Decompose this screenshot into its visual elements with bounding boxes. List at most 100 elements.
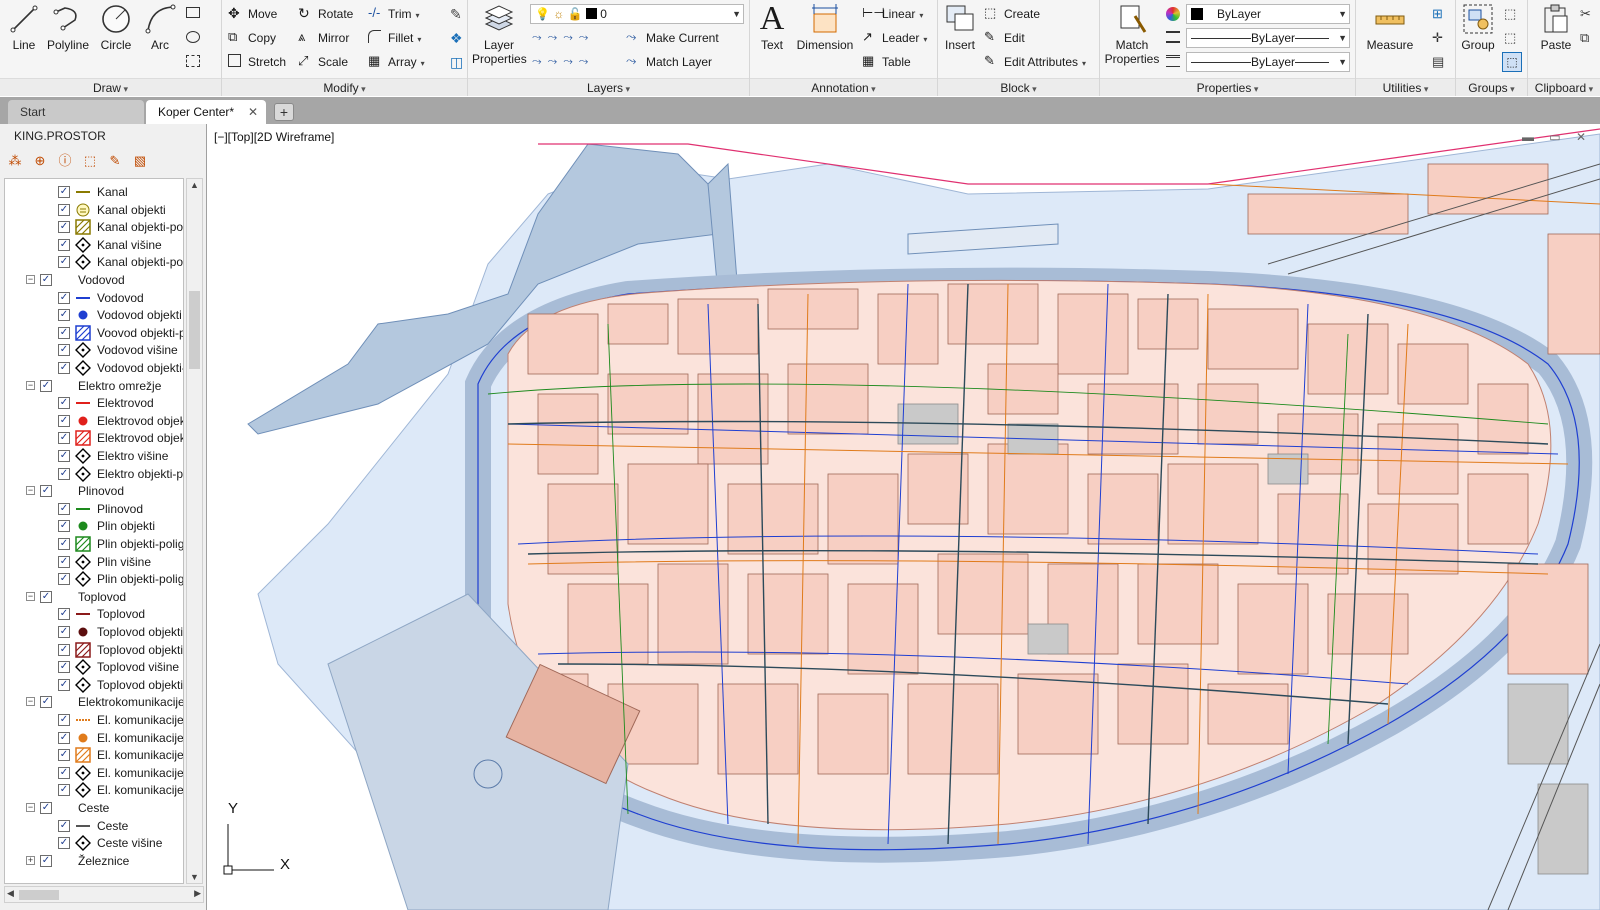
visibility-checkbox[interactable]: ✓ bbox=[40, 485, 52, 498]
tree-group[interactable]: − ✓ Elektro omrežje bbox=[5, 377, 183, 395]
tree-layer[interactable]: ✓ Toplovod objekti bbox=[5, 623, 183, 641]
tag-icon[interactable]: ✎ bbox=[106, 152, 124, 170]
visibility-checkbox[interactable]: ✓ bbox=[58, 661, 70, 674]
tree-layer[interactable]: ✓ Elektro objekti-pc bbox=[5, 465, 183, 483]
visibility-checkbox[interactable]: ✓ bbox=[58, 819, 70, 832]
visibility-checkbox[interactable]: ✓ bbox=[58, 326, 70, 339]
tree-group[interactable]: + ✓ Železnice bbox=[5, 852, 183, 870]
tree-layer[interactable]: ✓ Kanal bbox=[5, 183, 183, 201]
edit-attributes-button[interactable]: ✎ Edit Attributes ▾ bbox=[984, 52, 1086, 72]
expand-icon[interactable]: + bbox=[26, 855, 35, 865]
stretch-button[interactable]: Stretch bbox=[228, 52, 286, 72]
tree-layer[interactable]: ✓ Voovod objekti-p bbox=[5, 324, 183, 342]
create-block-button[interactable]: ⬚ Create bbox=[984, 4, 1040, 24]
copy-clip-icon[interactable]: ⧉ bbox=[1580, 30, 1589, 46]
modify-panel-title[interactable]: Modify bbox=[222, 78, 467, 96]
polyline-button[interactable]: Polyline bbox=[44, 2, 92, 52]
annotation-panel-title[interactable]: Annotation bbox=[750, 78, 937, 96]
group-edit-icon[interactable]: ⬚ bbox=[1504, 30, 1516, 46]
copy-button[interactable]: ⧉ Copy bbox=[228, 28, 276, 48]
tree-layer[interactable]: ✓ Elektrovod objekt bbox=[5, 412, 183, 430]
tree-layer[interactable]: ✓ El. komunikacije v bbox=[5, 764, 183, 782]
tree-layer[interactable]: ✓ Kanal objekti-poli bbox=[5, 253, 183, 271]
make-current-button[interactable]: ⤳ Make Current bbox=[626, 28, 719, 48]
region-icon[interactable] bbox=[186, 55, 200, 67]
city-map-drawing[interactable] bbox=[208, 124, 1600, 910]
scroll-down-icon[interactable]: ▼ bbox=[190, 872, 199, 882]
visibility-checkbox[interactable]: ✓ bbox=[58, 467, 70, 480]
visibility-checkbox[interactable]: ✓ bbox=[58, 766, 70, 779]
visibility-checkbox[interactable]: ✓ bbox=[58, 256, 70, 269]
tree-layer[interactable]: ✓ Vodovod objekti bbox=[5, 306, 183, 324]
text-button[interactable]: A Text bbox=[754, 2, 790, 53]
visibility-checkbox[interactable]: ✓ bbox=[40, 590, 52, 603]
tree-scrollbar-vertical[interactable]: ▲ ▼ bbox=[186, 178, 203, 884]
visibility-checkbox[interactable]: ✓ bbox=[40, 854, 52, 867]
visibility-checkbox[interactable]: ✓ bbox=[58, 749, 70, 762]
collapse-icon[interactable]: − bbox=[26, 591, 35, 601]
visibility-checkbox[interactable]: ✓ bbox=[58, 784, 70, 797]
visibility-checkbox[interactable]: ✓ bbox=[58, 186, 70, 198]
tree-layer[interactable]: ✓ Toplovod bbox=[5, 605, 183, 623]
scale-button[interactable]: ⤢ Scale bbox=[298, 52, 348, 72]
move-button[interactable]: ✥ Move bbox=[228, 4, 277, 24]
group-button[interactable]: Group bbox=[1458, 2, 1498, 52]
visibility-checkbox[interactable]: ✓ bbox=[58, 203, 70, 216]
explode-icon[interactable]: ❖ bbox=[450, 30, 463, 47]
tree-layer[interactable]: ✓ Plin objekti bbox=[5, 517, 183, 535]
trim-button[interactable]: -/- Trim ▾ bbox=[368, 4, 420, 24]
tree-layer[interactable]: ✓ Kanal objekti bbox=[5, 201, 183, 219]
visibility-checkbox[interactable]: ✓ bbox=[58, 608, 70, 621]
id-point-icon[interactable]: ✛ bbox=[1432, 30, 1443, 46]
clipboard-panel-title[interactable]: Clipboard bbox=[1528, 78, 1600, 96]
visibility-checkbox[interactable]: ✓ bbox=[58, 291, 70, 304]
visibility-checkbox[interactable]: ✓ bbox=[58, 238, 70, 251]
visibility-checkbox[interactable]: ✓ bbox=[58, 626, 70, 638]
tree-group[interactable]: − ✓ Ceste bbox=[5, 799, 183, 817]
paste-button[interactable]: Paste bbox=[1536, 2, 1576, 52]
visibility-checkbox[interactable]: ✓ bbox=[58, 309, 70, 322]
tree-layer[interactable]: ✓ Plin objekti-polig bbox=[5, 535, 183, 553]
visibility-checkbox[interactable]: ✓ bbox=[40, 802, 52, 814]
visibility-checkbox[interactable]: ✓ bbox=[58, 643, 70, 656]
visibility-checkbox[interactable]: ✓ bbox=[40, 696, 52, 709]
tree-layer[interactable]: ✓ Toplovod objekti- bbox=[5, 676, 183, 694]
tree-layer[interactable]: ✓ Plin višine bbox=[5, 553, 183, 571]
leader-button[interactable]: ↗ Leader ▾ bbox=[862, 28, 927, 48]
rotate-button[interactable]: ↻ Rotate bbox=[298, 4, 353, 24]
tree-scrollbar-horizontal[interactable]: ◀ ▶ bbox=[4, 886, 204, 903]
properties-panel-title[interactable]: Properties bbox=[1100, 78, 1355, 96]
dimension-button[interactable]: Dimension bbox=[794, 2, 856, 52]
line-button[interactable]: Line bbox=[4, 2, 44, 52]
scroll-thumb[interactable] bbox=[19, 890, 59, 900]
table-button[interactable]: ▦ Table bbox=[862, 52, 911, 72]
visibility-checkbox[interactable]: ✓ bbox=[58, 397, 70, 410]
tree-group[interactable]: − ✓ Toplovod bbox=[5, 588, 183, 606]
tree-layer[interactable]: ✓ Toplovod objekti- bbox=[5, 641, 183, 659]
circle-button[interactable]: Circle bbox=[94, 2, 138, 52]
connect-icon[interactable]: ⁂ bbox=[6, 152, 24, 170]
tree-layer[interactable]: ✓ El. komunikacije c bbox=[5, 746, 183, 764]
calculator-icon[interactable]: ▤ bbox=[1432, 54, 1444, 70]
visibility-checkbox[interactable]: ✓ bbox=[58, 344, 70, 357]
lineweight-combo[interactable]: ByLayer ▼ bbox=[1186, 52, 1350, 72]
tree-group[interactable]: − ✓ Plinovod bbox=[5, 482, 183, 500]
match-properties-button[interactable]: Match Properties bbox=[1104, 2, 1160, 66]
scroll-left-icon[interactable]: ◀ bbox=[7, 888, 14, 899]
visibility-checkbox[interactable]: ✓ bbox=[58, 450, 70, 462]
linetype-combo[interactable]: ByLayer ▼ bbox=[1186, 28, 1350, 48]
tree-layer[interactable]: ✓ Ceste bbox=[5, 817, 183, 835]
color-combo[interactable]: ByLayer ▼ bbox=[1186, 4, 1350, 24]
tree-layer[interactable]: ✓ El. komunikacije c bbox=[5, 781, 183, 799]
tree-layer[interactable]: ✓ Elektrovod objekt bbox=[5, 429, 183, 447]
tree-layer[interactable]: ✓ Toplovod višine bbox=[5, 658, 183, 676]
collapse-icon[interactable]: − bbox=[26, 803, 35, 812]
visibility-checkbox[interactable]: ✓ bbox=[58, 573, 70, 586]
block-panel-title[interactable]: Block bbox=[938, 78, 1099, 96]
fillet-button[interactable]: Fillet ▾ bbox=[368, 28, 421, 48]
collapse-icon[interactable]: − bbox=[26, 486, 35, 496]
offset-icon[interactable]: ◫ bbox=[450, 54, 463, 71]
tree-layer[interactable]: ✓ El. komunikacije c bbox=[5, 729, 183, 747]
info-icon[interactable]: ⓘ bbox=[56, 152, 74, 170]
tree-layer[interactable]: ✓ Plin objekti-polig bbox=[5, 570, 183, 588]
